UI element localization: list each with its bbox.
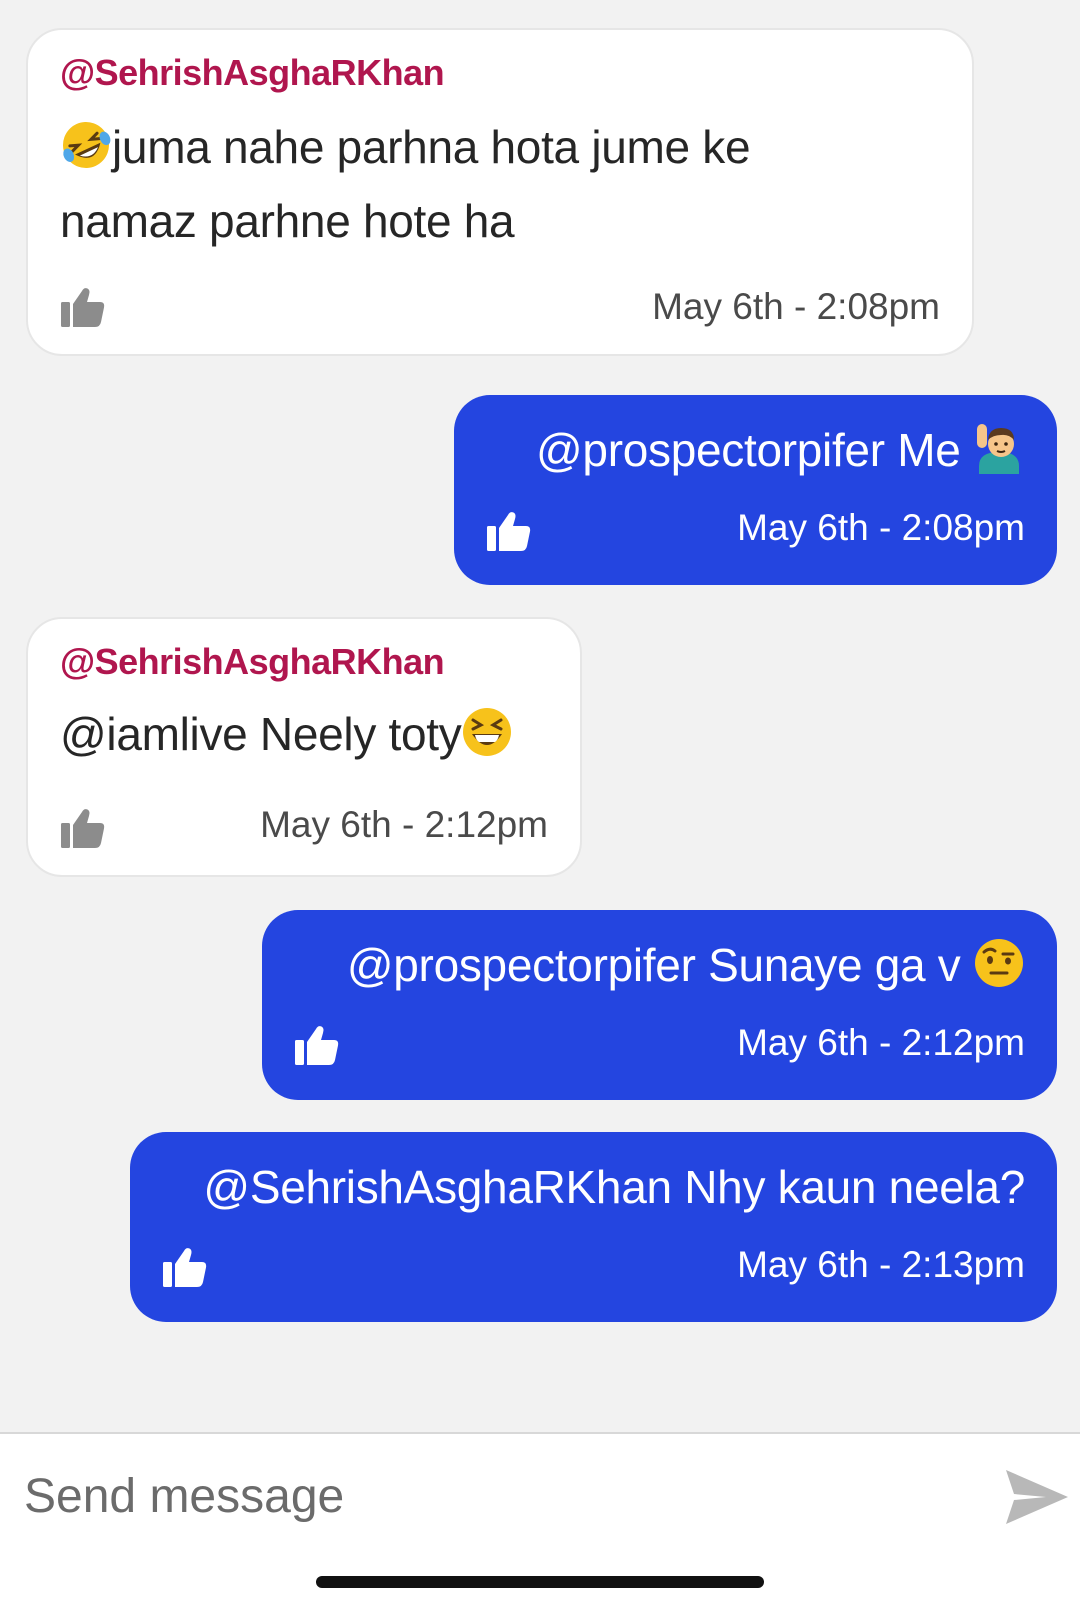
sender-name[interactable]: @SehrishAsghaRKhan bbox=[60, 52, 445, 94]
message-text-line: namaz parhne hote ha bbox=[60, 195, 515, 247]
grinning-squinting-face-emoji bbox=[463, 708, 512, 756]
message-timestamp: May 6th - 2:08pm bbox=[737, 507, 1025, 548]
sender-name[interactable]: @SehrishAsghaRKhan bbox=[60, 641, 445, 683]
rolling-on-floor-laughing-emoji bbox=[63, 122, 111, 168]
like-thumbs-up-icon[interactable] bbox=[60, 285, 106, 329]
like-thumbs-up-icon[interactable] bbox=[486, 509, 532, 553]
message-list[interactable]: @SehrishAsghaRKhan juma nahe parhna hota… bbox=[0, 0, 1080, 1432]
send-arrow-icon[interactable] bbox=[1004, 1468, 1070, 1526]
like-thumbs-up-icon[interactable] bbox=[294, 1023, 340, 1067]
message-bubble-outgoing: @prospectorpifer Me May 6th - 2:08pm bbox=[454, 395, 1057, 585]
message-bubble-incoming: @SehrishAsghaRKhan @iamlive Neely toty M… bbox=[26, 617, 582, 877]
face-with-raised-eyebrow-emoji bbox=[975, 939, 1023, 987]
message-bubble-outgoing: @prospectorpifer Sunaye ga v May 6th - 2… bbox=[262, 910, 1057, 1100]
message-text: @prospectorpifer Me bbox=[536, 413, 1025, 487]
like-thumbs-up-icon[interactable] bbox=[60, 806, 106, 850]
message-text-line: juma nahe parhna hota jume ke bbox=[60, 110, 751, 184]
message-composer bbox=[0, 1432, 1080, 1603]
message-timestamp: May 6th - 2:12pm bbox=[260, 804, 548, 845]
message-timestamp: May 6th - 2:08pm bbox=[652, 286, 940, 327]
man-raising-hand-emoji bbox=[977, 424, 1019, 474]
message-timestamp: May 6th - 2:13pm bbox=[737, 1244, 1025, 1285]
message-text: @iamlive Neely toty bbox=[60, 697, 513, 771]
message-text: juma nahe parhna hota jume ke namaz parh… bbox=[60, 110, 751, 258]
message-bubble-incoming: @SehrishAsghaRKhan juma nahe parhna hota… bbox=[26, 28, 974, 356]
message-text: @SehrishAsghaRKhan Nhy kaun neela? bbox=[203, 1161, 1025, 1213]
send-message-input[interactable] bbox=[24, 1456, 954, 1536]
message-bubble-outgoing: @SehrishAsghaRKhan Nhy kaun neela? May 6… bbox=[130, 1132, 1057, 1322]
like-thumbs-up-icon[interactable] bbox=[162, 1245, 208, 1289]
home-indicator bbox=[316, 1576, 764, 1588]
message-timestamp: May 6th - 2:12pm bbox=[737, 1022, 1025, 1063]
message-text: @prospectorpifer Sunaye ga v bbox=[347, 928, 1025, 1002]
